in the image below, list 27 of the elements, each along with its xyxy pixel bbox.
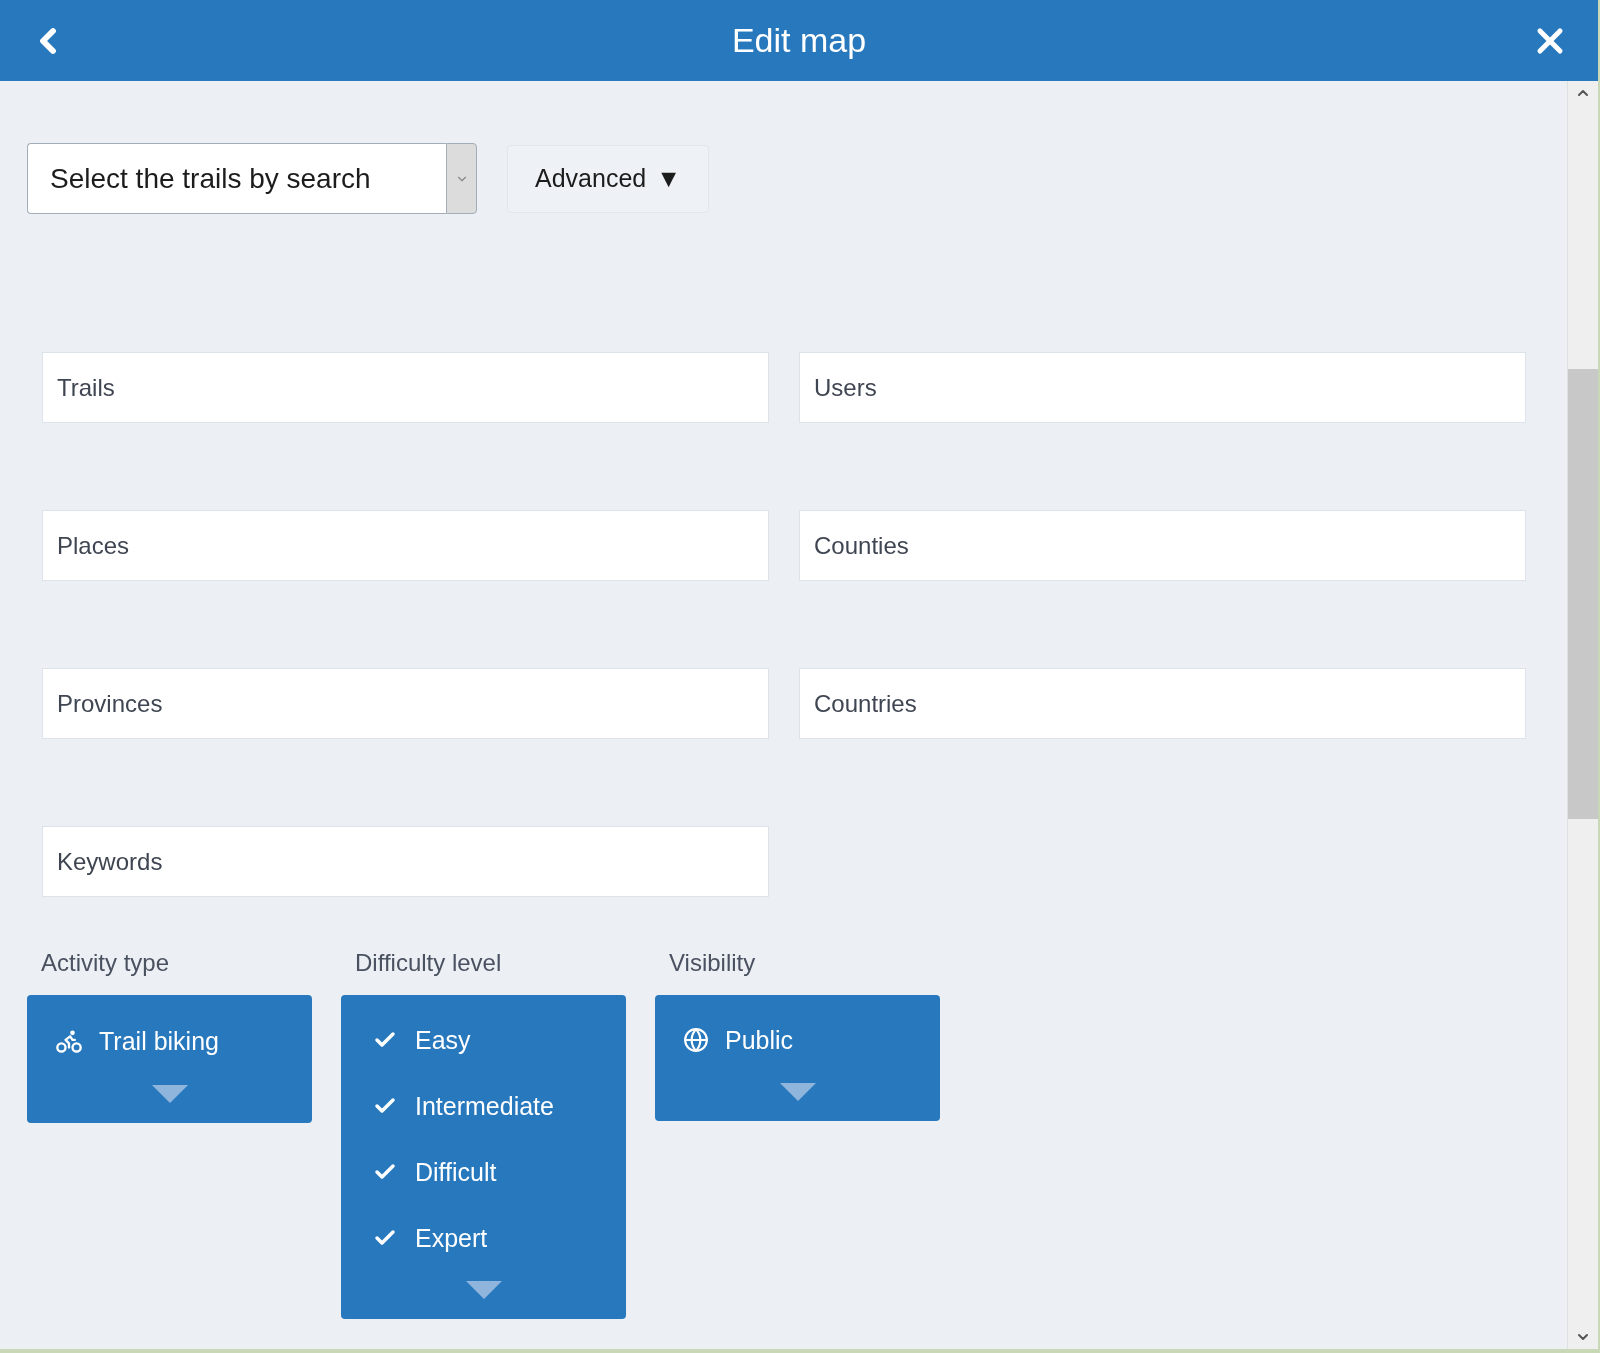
filter-label: Visibility bbox=[668, 951, 757, 975]
search-field[interactable]: Select the trails by search bbox=[27, 143, 446, 214]
filter-input[interactable]: Keywords bbox=[42, 826, 769, 897]
option-label[interactable]: Easy bbox=[415, 1027, 471, 1053]
filter-dropdown[interactable]: Trail biking bbox=[27, 995, 312, 1123]
filter-dropdown[interactable]: Easy Intermediate Difficult Expert bbox=[341, 995, 626, 1319]
filter-input[interactable]: Trails bbox=[42, 352, 769, 423]
filter-input[interactable]: Counties bbox=[799, 510, 1526, 581]
filter-value: Trail biking bbox=[99, 1028, 219, 1054]
caret-icon bbox=[151, 1085, 188, 1103]
option-label[interactable]: Difficult bbox=[415, 1159, 497, 1185]
filter-label: Activity type bbox=[40, 951, 171, 975]
filter-input[interactable]: Countries bbox=[799, 668, 1526, 739]
filter-input[interactable]: Provinces bbox=[42, 668, 769, 739]
option-label[interactable]: Expert bbox=[415, 1225, 488, 1251]
option-label[interactable]: Intermediate bbox=[415, 1093, 554, 1119]
filter-dropdown[interactable]: Public bbox=[655, 995, 940, 1121]
scrollbar-thumb[interactable] bbox=[1568, 369, 1598, 819]
filter-input[interactable]: Users bbox=[799, 352, 1526, 423]
caret-icon bbox=[779, 1083, 816, 1101]
filter-value: Public bbox=[725, 1027, 794, 1053]
filter-label: Difficulty level bbox=[354, 951, 503, 975]
window-title: Edit map bbox=[731, 20, 867, 61]
filter-input[interactable]: Places bbox=[42, 510, 769, 581]
globe-icon bbox=[683, 1027, 709, 1053]
caret-icon bbox=[465, 1281, 502, 1299]
advanced-button[interactable]: Advanced ▼ bbox=[507, 144, 709, 213]
